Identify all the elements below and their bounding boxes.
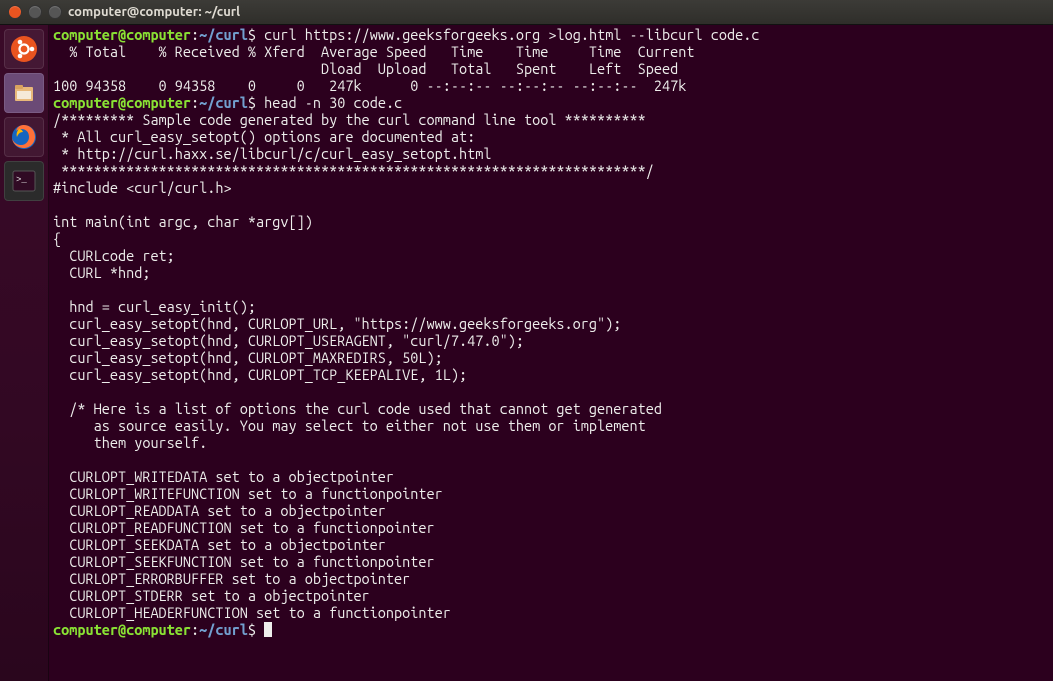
- prompt-colon: :: [191, 26, 199, 43]
- prompt-dollar: $: [248, 26, 256, 43]
- svg-text:>_: >_: [16, 175, 27, 185]
- prompt-colon: :: [191, 94, 199, 111]
- terminal-pane[interactable]: computer@computer:~/curl$ curl https://w…: [49, 25, 1053, 681]
- prompt-dollar: $: [248, 621, 256, 638]
- output-1: % Total % Received % Xferd Average Speed…: [53, 43, 694, 94]
- close-icon[interactable]: [8, 5, 22, 19]
- prompt-colon: :: [191, 621, 199, 638]
- ubuntu-dash-icon[interactable]: [4, 29, 44, 69]
- firefox-icon[interactable]: [4, 117, 44, 157]
- prompt-userhost: computer@computer: [53, 94, 191, 111]
- prompt-userhost: computer@computer: [53, 621, 191, 638]
- command-3: [256, 621, 264, 638]
- output-2: /********* Sample code generated by the …: [53, 111, 662, 621]
- minimize-icon[interactable]: [28, 5, 42, 19]
- files-icon[interactable]: [4, 73, 44, 113]
- terminal-launcher-icon[interactable]: >_: [4, 161, 44, 201]
- unity-launcher: >_: [0, 25, 49, 681]
- prompt-dollar: $: [248, 94, 256, 111]
- prompt-path: ~/curl: [199, 94, 248, 111]
- desktop: >_ computer@computer:~/curl$ curl https:…: [0, 25, 1053, 681]
- window-title: computer@computer: ~/curl: [68, 5, 240, 19]
- cursor: [264, 622, 272, 637]
- prompt-userhost: computer@computer: [53, 26, 191, 43]
- window-titlebar: computer@computer: ~/curl: [0, 0, 1053, 25]
- maximize-icon[interactable]: [48, 5, 62, 19]
- prompt-path: ~/curl: [199, 621, 248, 638]
- prompt-path: ~/curl: [199, 26, 248, 43]
- command-2: head -n 30 code.c: [256, 94, 402, 111]
- command-1: curl https://www.geeksforgeeks.org >log.…: [256, 26, 759, 43]
